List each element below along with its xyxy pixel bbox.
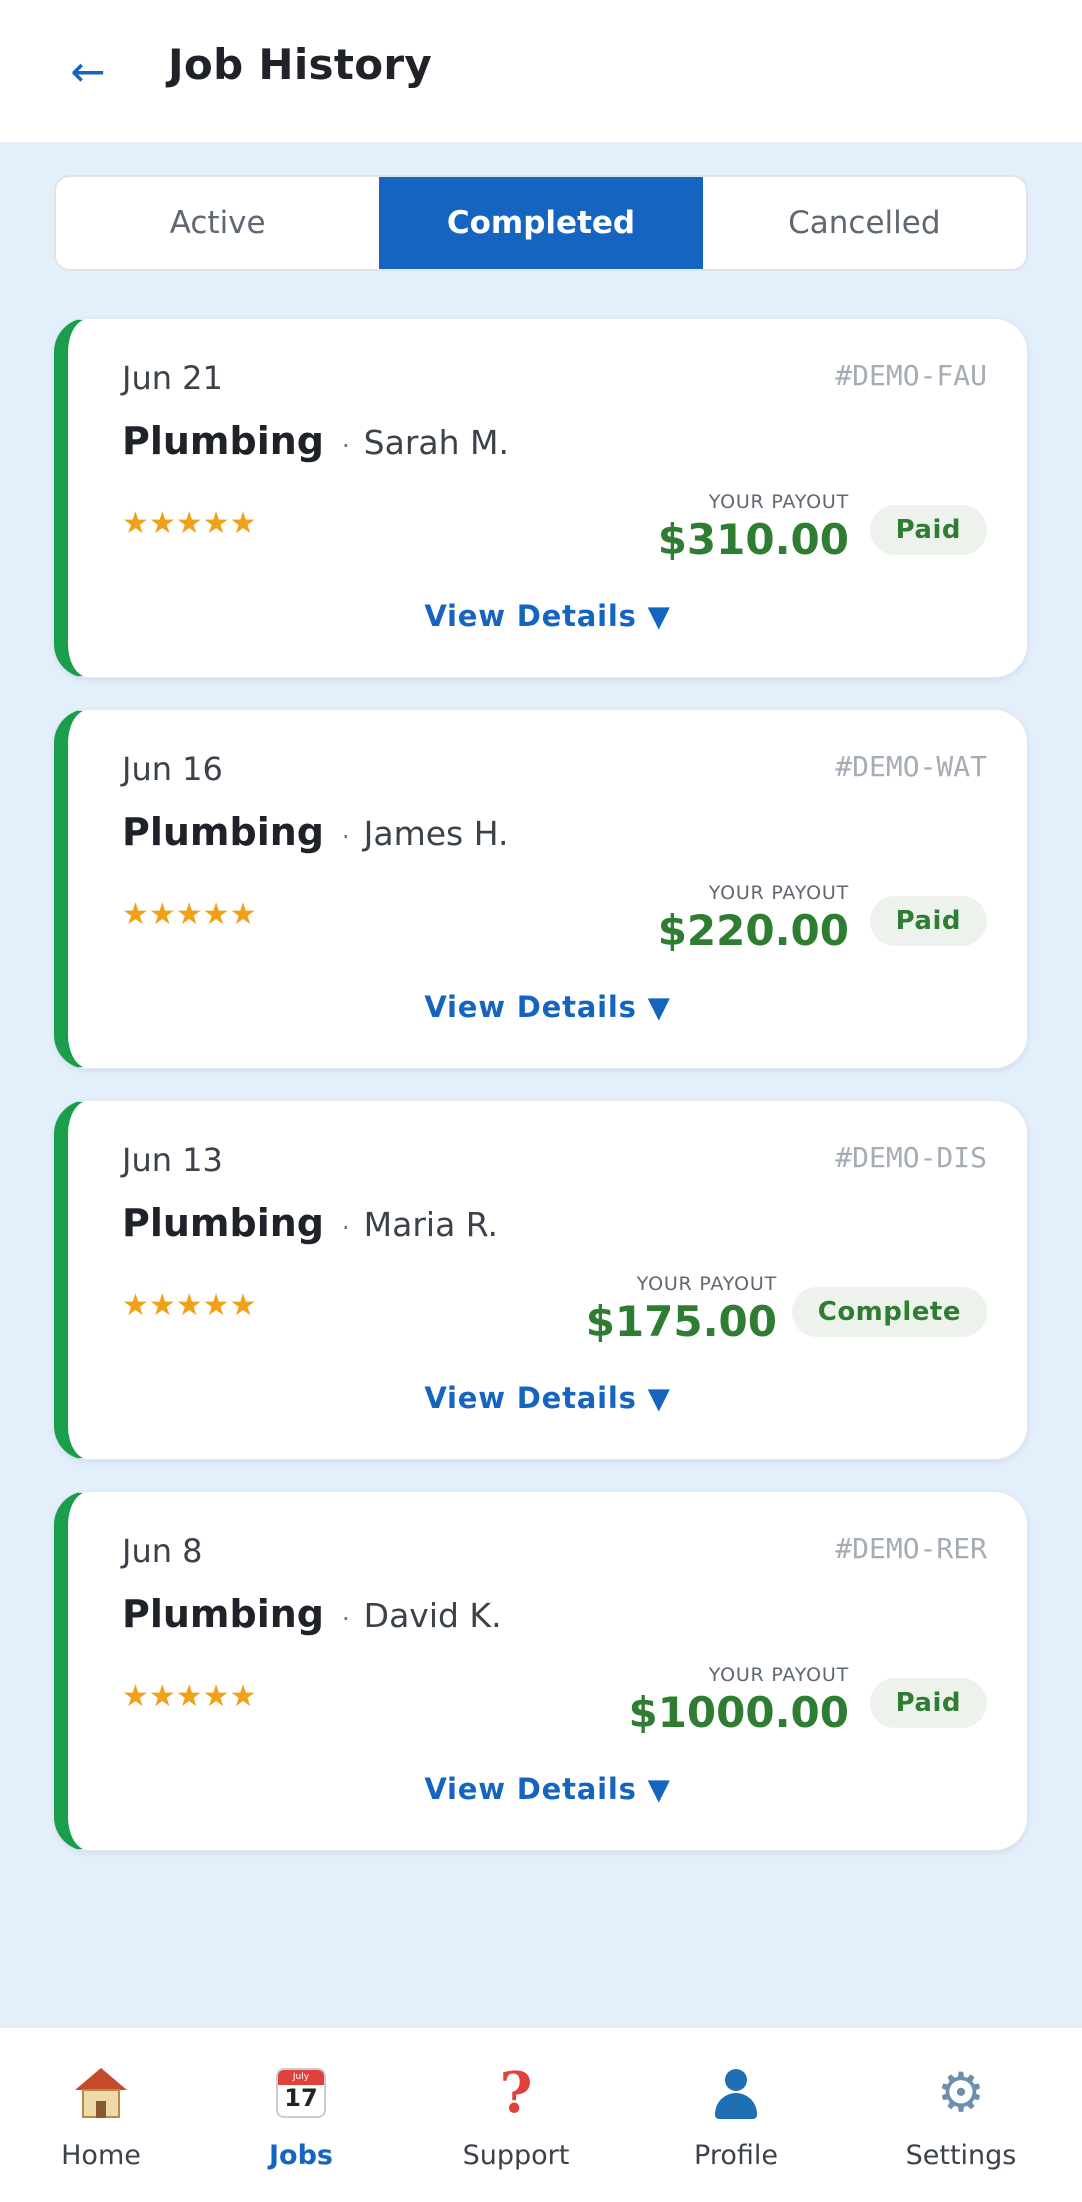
job-customer: Maria R. — [363, 1205, 499, 1244]
status-badge: Paid — [869, 505, 987, 555]
job-title-row: Plumbing · James H. — [122, 810, 508, 854]
job-service: Plumbing — [122, 1201, 325, 1245]
job-service: Plumbing — [122, 419, 325, 463]
tab-active[interactable]: Active — [56, 177, 379, 269]
nav-label: Profile — [694, 2140, 778, 2171]
nav-label: Settings — [905, 2140, 1017, 2171]
calendar-day: 17 — [284, 2084, 318, 2112]
payout-amount: $310.00 — [657, 515, 849, 564]
view-details-button[interactable]: View Details ▼ — [68, 1772, 1027, 1806]
job-date: Jun 13 — [122, 1141, 223, 1179]
job-customer: David K. — [363, 1596, 502, 1635]
star-rating: ★★★★★ — [122, 509, 256, 539]
job-title-row: Plumbing · Maria R. — [122, 1201, 498, 1245]
payout-label: YOUR PAYOUT — [708, 1664, 849, 1686]
status-tabs: Active Completed Cancelled — [54, 175, 1028, 271]
star-rating: ★★★★★ — [122, 1291, 256, 1321]
page-title: Job History — [168, 40, 433, 89]
payout-label: YOUR PAYOUT — [636, 1273, 777, 1295]
job-service: Plumbing — [122, 810, 325, 854]
separator-dot: · — [342, 1605, 350, 1633]
separator-dot: · — [342, 1214, 350, 1242]
job-reference: #DEMO-FAU — [835, 359, 987, 392]
nav-label: Home — [61, 2140, 141, 2171]
job-reference: #DEMO-DIS — [835, 1141, 987, 1174]
payout-amount: $1000.00 — [628, 1688, 849, 1737]
job-card[interactable]: Jun 21 #DEMO-FAU Plumbing · Sarah M. ★★★… — [54, 318, 1028, 678]
job-card[interactable]: Jun 8 #DEMO-RER Plumbing · David K. ★★★★… — [54, 1491, 1028, 1851]
nav-item-profile[interactable]: Profile — [646, 2028, 826, 2202]
job-reference: #DEMO-RER — [835, 1532, 987, 1565]
job-reference: #DEMO-WAT — [835, 750, 987, 783]
status-badge: Paid — [869, 896, 987, 946]
question-mark-icon: ? — [499, 2060, 533, 2126]
star-rating: ★★★★★ — [122, 1682, 256, 1712]
nav-label: Jobs — [269, 2140, 333, 2171]
separator-dot: · — [342, 823, 350, 851]
job-card[interactable]: Jun 16 #DEMO-WAT Plumbing · James H. ★★★… — [54, 709, 1028, 1069]
tab-cancelled[interactable]: Cancelled — [703, 177, 1026, 269]
view-details-button[interactable]: View Details ▼ — [68, 599, 1027, 633]
payout-label: YOUR PAYOUT — [708, 491, 849, 513]
star-icon: ★★★★★ — [122, 897, 257, 932]
job-customer: Sarah M. — [363, 423, 509, 462]
nav-item-home[interactable]: Home — [11, 2028, 191, 2202]
star-icon: ★★★★★ — [122, 1288, 257, 1323]
payout-block: YOUR PAYOUT $310.00 — [658, 491, 849, 564]
bottom-nav: Home July 17 Jobs ? Support Profile ⚙ Se… — [0, 2026, 1082, 2202]
nav-item-settings[interactable]: ⚙ Settings — [871, 2028, 1051, 2202]
payout-block: YOUR PAYOUT $1000.00 — [628, 1664, 849, 1737]
job-date: Jun 21 — [122, 359, 223, 397]
job-customer: James H. — [363, 814, 509, 853]
payout-amount: $175.00 — [585, 1297, 777, 1346]
view-details-button[interactable]: View Details ▼ — [68, 990, 1027, 1024]
star-rating: ★★★★★ — [122, 900, 256, 930]
gear-icon: ⚙ — [936, 2061, 986, 2124]
nav-item-support[interactable]: ? Support — [426, 2028, 606, 2202]
view-details-button[interactable]: View Details ▼ — [68, 1381, 1027, 1415]
person-icon — [711, 2064, 761, 2122]
job-title-row: Plumbing · David K. — [122, 1592, 502, 1636]
app-header: ← Job History — [0, 0, 1082, 142]
back-button[interactable]: ← — [58, 42, 118, 102]
calendar-month: July — [278, 2070, 324, 2085]
house-icon — [75, 2064, 127, 2122]
job-service: Plumbing — [122, 1592, 325, 1636]
job-date: Jun 16 — [122, 750, 223, 788]
job-title-row: Plumbing · Sarah M. — [122, 419, 509, 463]
arrow-left-icon: ← — [70, 47, 106, 96]
nav-label: Support — [462, 2140, 570, 2171]
job-date: Jun 8 — [122, 1532, 203, 1570]
payout-block: YOUR PAYOUT $175.00 — [586, 1273, 777, 1346]
star-icon: ★★★★★ — [122, 506, 257, 541]
star-icon: ★★★★★ — [122, 1679, 257, 1714]
payout-label: YOUR PAYOUT — [708, 882, 849, 904]
nav-item-jobs[interactable]: July 17 Jobs — [211, 2028, 391, 2202]
tab-completed[interactable]: Completed — [379, 177, 703, 269]
payout-block: YOUR PAYOUT $220.00 — [658, 882, 849, 955]
status-badge: Complete — [791, 1287, 987, 1337]
status-badge: Paid — [869, 1678, 987, 1728]
separator-dot: · — [342, 432, 350, 460]
payout-amount: $220.00 — [657, 906, 849, 955]
calendar-icon: July 17 — [276, 2064, 326, 2122]
job-card[interactable]: Jun 13 #DEMO-DIS Plumbing · Maria R. ★★★… — [54, 1100, 1028, 1460]
